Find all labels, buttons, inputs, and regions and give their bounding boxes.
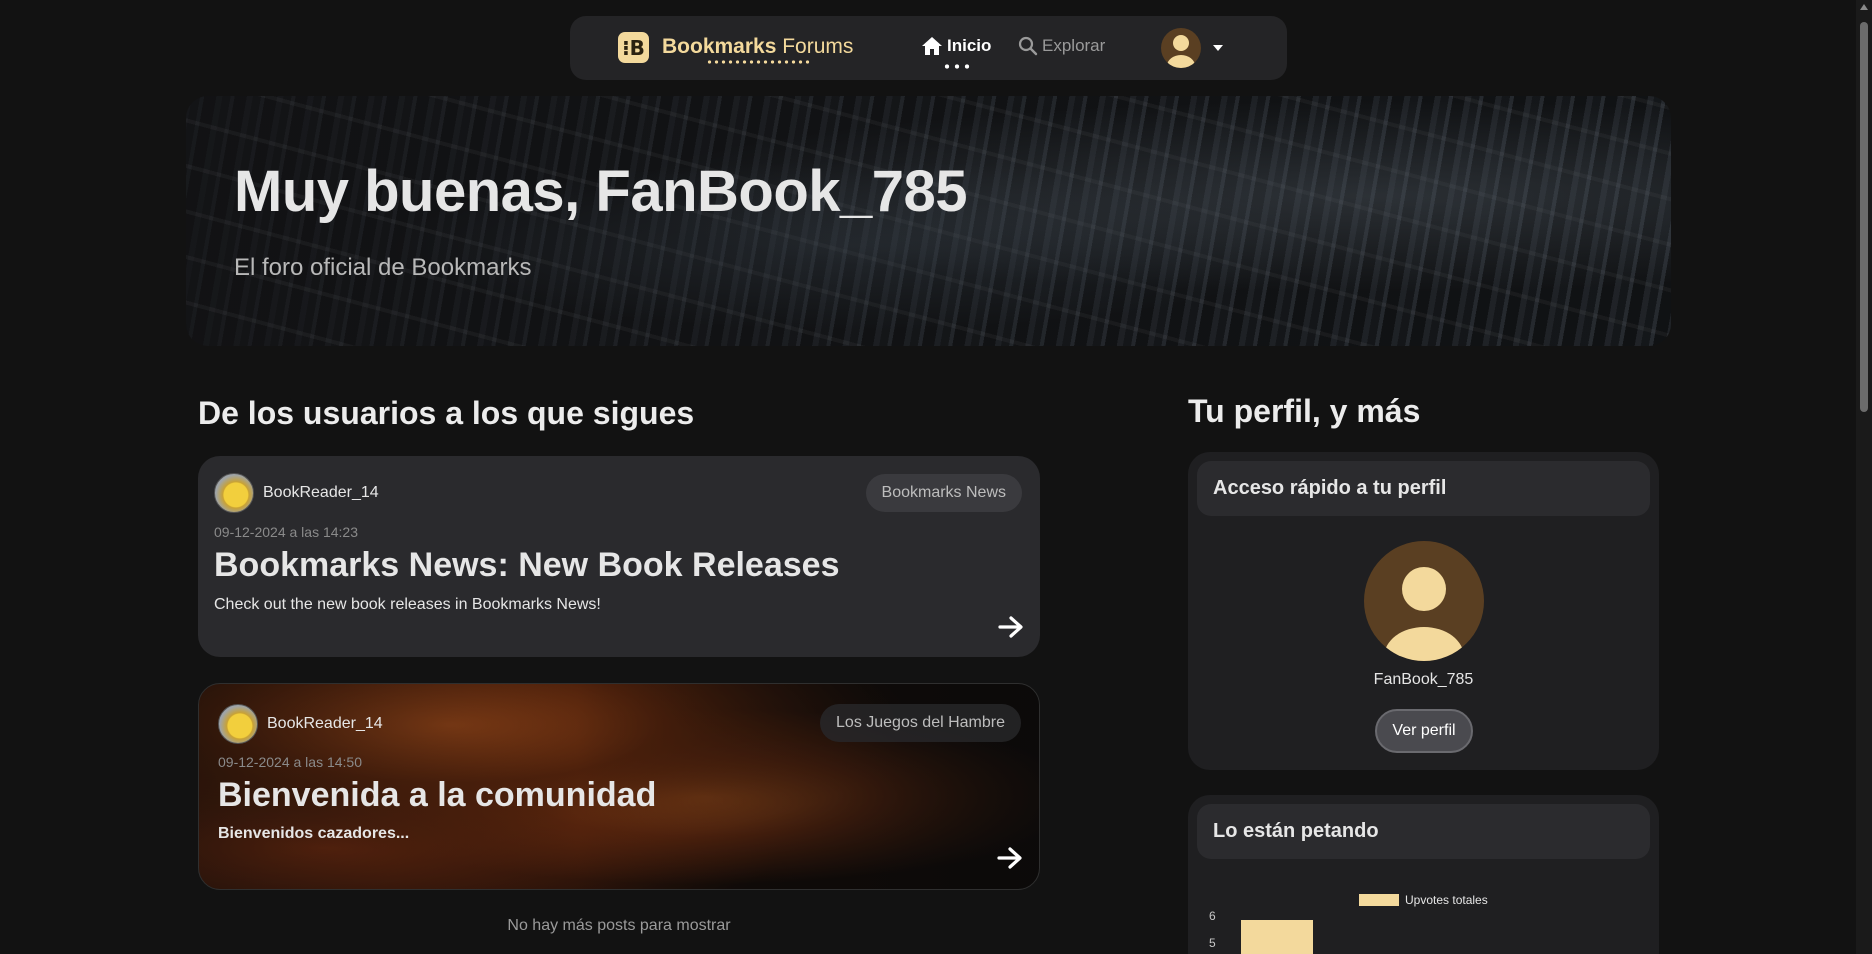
scroll-up-arrow-icon[interactable] [1860, 4, 1868, 10]
brand-name: Bookmarks Forums [662, 34, 854, 64]
legend-swatch [1359, 894, 1399, 906]
nav-explore-link[interactable]: Explorar [1018, 36, 1105, 56]
avatar-icon [1384, 567, 1464, 661]
trending-panel: Lo están petando Upvotes totales 6 5 [1188, 795, 1659, 954]
scrollbar-thumb[interactable] [1860, 22, 1868, 412]
home-icon [922, 37, 942, 55]
post-date: 09-12-2024 a las 14:50 [218, 754, 362, 770]
post-card[interactable]: BookReader_14 Los Juegos del Hambre 09-1… [198, 683, 1040, 890]
post-excerpt: Bienvenidos cazadores... [218, 825, 410, 842]
brand-name-light: Forums [776, 34, 854, 58]
search-icon [1018, 36, 1038, 56]
nav-home-label: Inicio [947, 36, 992, 55]
post-card[interactable]: BookReader_14 Bookmarks News 09-12-2024 … [198, 456, 1040, 657]
post-date: 09-12-2024 a las 14:23 [214, 524, 358, 540]
profile-quick-access-panel: Acceso rápido a tu perfil FanBook_785 Ve… [1188, 452, 1659, 770]
legend-label: Upvotes totales [1405, 893, 1488, 907]
chevron-down-icon[interactable] [1212, 44, 1224, 52]
user-avatar[interactable] [1161, 28, 1201, 68]
top-navbar: ⁝B Bookmarks Forums Inicio Explorar [570, 16, 1287, 80]
post-author[interactable]: BookReader_14 [214, 473, 379, 513]
panel-title: Acceso rápido a tu perfil [1197, 461, 1650, 516]
brand-name-bold: Bookmarks [662, 34, 777, 58]
view-profile-button[interactable]: Ver perfil [1375, 709, 1473, 753]
post-author-name: BookReader_14 [267, 715, 383, 732]
post-category-tag[interactable]: Los Juegos del Hambre [820, 704, 1021, 742]
post-author-name: BookReader_14 [263, 484, 379, 501]
profile-avatar[interactable] [1364, 541, 1484, 661]
post-category-tag[interactable]: Bookmarks News [865, 474, 1022, 512]
post-title: Bienvenida a la comunidad [218, 776, 657, 814]
avatar-icon [1167, 35, 1195, 68]
hero-banner: Muy buenas, FanBook_785 El foro oficial … [186, 96, 1671, 346]
brand-logo-icon: ⁝B [618, 32, 649, 63]
page-scrollbar[interactable] [1856, 0, 1872, 954]
sidebar-section-title: Tu perfil, y más [1188, 393, 1421, 429]
post-author[interactable]: BookReader_14 [218, 704, 383, 744]
panel-title: Lo están petando [1197, 804, 1650, 859]
chart-legend: Upvotes totales [1359, 893, 1488, 907]
chart-bar [1241, 920, 1313, 954]
author-avatar [218, 704, 258, 744]
post-excerpt: Check out the new book releases in Bookm… [214, 596, 601, 613]
profile-username: FanBook_785 [1373, 671, 1474, 688]
brand-link[interactable]: ⁝B Bookmarks Forums [618, 32, 854, 64]
hero-title: Muy buenas, FanBook_785 [234, 159, 968, 224]
nav-explore-label: Explorar [1042, 36, 1106, 55]
active-indicator-dots [942, 64, 972, 69]
author-avatar [214, 473, 254, 513]
hero-subtitle: El foro oficial de Bookmarks [234, 254, 532, 281]
y-tick-label: 5 [1209, 936, 1216, 950]
brand-underline-dots [706, 59, 810, 64]
arrow-right-icon[interactable] [998, 616, 1024, 638]
nav-home-link[interactable]: Inicio [921, 36, 991, 56]
y-tick-label: 6 [1209, 909, 1216, 923]
post-title: Bookmarks News: New Book Releases [214, 546, 840, 584]
feed-end-message: No hay más posts para mostrar [507, 917, 731, 934]
arrow-right-icon[interactable] [997, 847, 1023, 869]
upvotes-chart: Upvotes totales 6 5 [1188, 875, 1659, 954]
feed-section-title: De los usuarios a los que sigues [198, 395, 695, 431]
